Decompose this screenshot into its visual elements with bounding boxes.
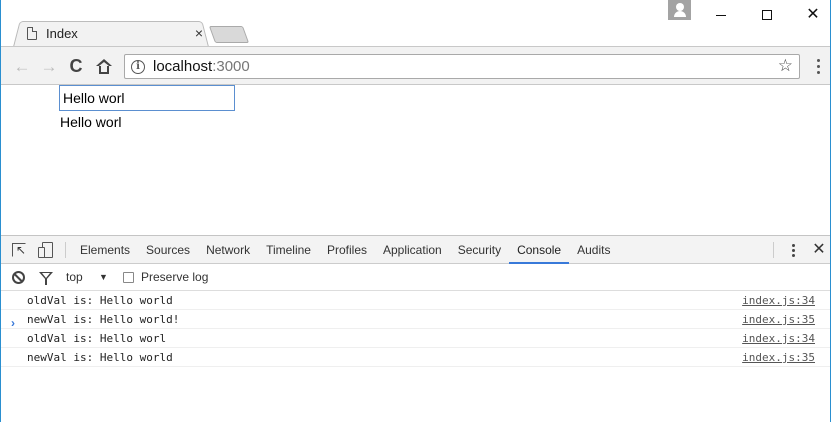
divider: [773, 242, 774, 258]
device-toolbar-icon[interactable]: [38, 242, 53, 258]
tab-title: Index: [46, 25, 78, 41]
window-close-button[interactable]: ✕: [790, 0, 830, 30]
new-tab-button[interactable]: [208, 26, 250, 43]
tab-console[interactable]: Console: [509, 236, 570, 264]
devtools-menu-icon[interactable]: [788, 236, 798, 264]
source-link[interactable]: index.js:35: [742, 348, 815, 367]
tab-sources[interactable]: Sources: [138, 236, 198, 264]
page-icon: [27, 26, 37, 40]
maximize-button[interactable]: [744, 0, 790, 30]
browser-window: Index × ✕ ← → C i localhost :3000 ☆ Hell…: [0, 0, 831, 422]
close-icon: ✕: [806, 6, 820, 23]
source-link[interactable]: index.js:35: [742, 310, 815, 329]
reload-button[interactable]: C: [63, 47, 89, 86]
console-message: newVal is: Hello world!: [27, 313, 180, 326]
address-bar[interactable]: i localhost :3000 ☆: [124, 54, 800, 79]
back-button[interactable]: ←: [9, 47, 35, 86]
console-row: oldVal is: Hello worl index.js:34: [1, 329, 830, 348]
echo-text: Hello worl: [60, 114, 122, 130]
tab-elements[interactable]: Elements: [72, 236, 138, 264]
minimize-icon: [716, 14, 726, 16]
chevron-down-icon[interactable]: ▼: [99, 264, 108, 291]
info-icon[interactable]: i: [131, 59, 145, 74]
page-content: Hello worl: [1, 85, 830, 235]
url-port: :3000: [212, 58, 250, 75]
clear-console-icon[interactable]: [12, 271, 25, 284]
tab-application[interactable]: Application: [375, 236, 450, 264]
tab-close-icon[interactable]: ×: [191, 25, 207, 41]
console-message: oldVal is: Hello worl: [27, 332, 167, 345]
tab-network[interactable]: Network: [198, 236, 258, 264]
devtools-tabs: Elements Sources Network Timeline Profiles Ap…: [72, 236, 618, 264]
tab-security[interactable]: Security: [450, 236, 509, 264]
console-prompt-icon[interactable]: ›: [11, 316, 15, 330]
inspect-element-icon[interactable]: [12, 243, 26, 257]
home-icon: [96, 58, 112, 74]
tab-timeline[interactable]: Timeline: [258, 236, 319, 264]
text-input[interactable]: [59, 85, 235, 111]
browser-toolbar: ← → C i localhost :3000 ☆: [1, 46, 830, 86]
home-button[interactable]: [91, 47, 117, 86]
url-host: localhost: [153, 58, 213, 75]
console-row: oldVal is: Hello world index.js:34: [1, 291, 830, 310]
console-toolbar: top ▼ Preserve log: [1, 264, 830, 291]
forward-button[interactable]: →: [36, 47, 62, 86]
filter-icon-stem: [45, 279, 47, 285]
user-icon-head: [675, 3, 684, 11]
tab-strip: Index × ✕: [1, 0, 830, 47]
divider: [65, 242, 66, 258]
browser-menu-icon[interactable]: [811, 47, 825, 86]
devtools-close-icon[interactable]: ✕: [811, 236, 827, 264]
source-link[interactable]: index.js:34: [742, 291, 815, 310]
devtools-tab-bar: ElementsSourcesNetworkTimelineProfilesAp…: [1, 236, 830, 264]
console-output: oldVal is: Hello world index.js:34 newVal …: [1, 291, 830, 367]
preserve-log-checkbox[interactable]: [123, 272, 134, 283]
bookmark-star-icon[interactable]: ☆: [778, 56, 793, 76]
tab-profiles[interactable]: Profiles: [319, 236, 375, 264]
preserve-log-label: Preserve log: [141, 270, 209, 284]
source-link[interactable]: index.js:34: [742, 329, 815, 348]
user-icon[interactable]: [668, 0, 691, 20]
tab-index[interactable]: Index ×: [23, 19, 209, 47]
console-message: newVal is: Hello world: [27, 351, 173, 364]
console-message: oldVal is: Hello world: [27, 294, 173, 307]
context-selector[interactable]: top: [66, 264, 83, 291]
minimize-button[interactable]: [698, 0, 744, 30]
console-row: newVal is: Hello world! index.js:35: [1, 310, 830, 329]
devtools-panel: ElementsSourcesNetworkTimelineProfilesAp…: [1, 235, 830, 422]
console-row: newVal is: Hello world index.js:35: [1, 348, 830, 367]
tab-audits[interactable]: Audits: [569, 236, 618, 264]
user-icon-body: [673, 11, 686, 17]
maximize-icon: [762, 10, 772, 20]
